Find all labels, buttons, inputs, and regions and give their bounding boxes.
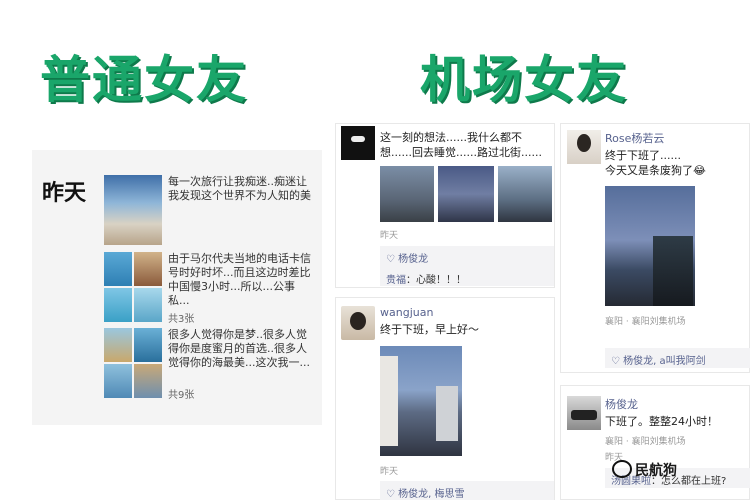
heart-icon: ♡: [611, 356, 624, 367]
post-text: 这一刻的想法......我什么都不想......回去睡觉......路过北街..…: [380, 131, 542, 159]
likes-box: ♡ 杨俊龙, a叫我阿剑: [605, 348, 750, 368]
username[interactable]: wangjuan: [380, 306, 433, 319]
comment[interactable]: 贵福：心酸！！！: [386, 271, 548, 286]
post-text: 终于下班，早上好～: [380, 323, 479, 336]
likes-list[interactable]: 杨俊龙, 梅思雪: [398, 489, 464, 500]
photo-count: 共3张: [168, 314, 195, 325]
post-time: 昨天: [380, 467, 399, 477]
photo-count: 共9张: [168, 390, 195, 401]
avatar[interactable]: [341, 306, 375, 340]
heart-icon: ♡: [386, 254, 399, 265]
avatar[interactable]: [567, 396, 601, 430]
photo-grid[interactable]: [104, 328, 162, 398]
moment-text: 由于马尔代夫当地的电话卡信号时好时坏...而且这边时差比中国慢3小时...所以.…: [168, 252, 311, 307]
moment-row[interactable]: 由于马尔代夫当地的电话卡信号时好时坏...而且这边时差比中国慢3小时...所以.…: [104, 252, 314, 325]
username[interactable]: 杨俊龙: [605, 396, 638, 412]
title-ordinary-girlfriend: 普通女友: [40, 51, 248, 109]
ordinary-moments-panel: 昨天 每一次旅行让我痴迷..痴迷让我发现这个世界不为人知的美 由于马尔代夫当地的…: [32, 150, 322, 425]
likes-box: ♡ 杨俊龙, 梅思雪: [380, 481, 554, 500]
username[interactable]: Rose杨若云: [605, 130, 664, 146]
post-photo[interactable]: [605, 186, 695, 306]
post-location[interactable]: 襄阳 · 襄阳刘集机场: [605, 434, 686, 447]
likes-comments-box: ♡ 杨俊龙 贵福：心酸！！！: [380, 246, 554, 286]
moment-post-4: 杨俊龙 下班了。整整24小时！ 襄阳 · 襄阳刘集机场 昨天 汤圆果啦：怎么都在…: [560, 385, 750, 500]
avatar[interactable]: [567, 130, 601, 164]
moment-text: 每一次旅行让我痴迷..痴迷让我发现这个世界不为人知的美: [168, 175, 311, 202]
watermark: 民航狗: [635, 463, 677, 479]
moment-text: 很多人觉得你是梦..很多人觉得你是度蜜月的首选..很多人觉得你的海最美...这次…: [168, 328, 310, 369]
travel-photo[interactable]: [104, 175, 162, 245]
post-time: 昨天: [380, 231, 399, 241]
title-airport-girlfriend: 机场女友: [420, 51, 628, 109]
photo-strip[interactable]: [380, 166, 554, 222]
photo-grid[interactable]: [104, 252, 162, 322]
likes-list[interactable]: 杨俊龙, a叫我阿剑: [623, 356, 706, 367]
moment-post-2: wangjuan 终于下班，早上好～ 昨天 ♡ 杨俊龙, 梅思雪: [335, 297, 555, 500]
post-photo[interactable]: [380, 346, 462, 456]
moment-row[interactable]: 很多人觉得你是梦..很多人觉得你是度蜜月的首选..很多人觉得你的海最美...这次…: [104, 328, 314, 401]
heart-icon: ♡: [386, 489, 399, 500]
moment-post-1: 这一刻的想法......我什么都不想......回去睡觉......路过北街..…: [335, 123, 555, 288]
avatar[interactable]: [341, 126, 375, 160]
watermark-logo-icon: [612, 460, 632, 478]
post-text-line1: 终于下班了......: [605, 149, 681, 162]
post-text-line2: 今天又是条废狗了😂: [605, 164, 706, 177]
moment-post-3: Rose杨若云 终于下班了...... 今天又是条废狗了😂 襄阳 · 襄阳刘集机…: [560, 123, 750, 373]
post-location[interactable]: 襄阳 · 襄阳刘集机场: [605, 314, 686, 327]
post-text: 下班了。整整24小时！: [605, 415, 718, 428]
date-label: 昨天: [42, 181, 87, 206]
likes-list[interactable]: 杨俊龙: [398, 254, 428, 265]
